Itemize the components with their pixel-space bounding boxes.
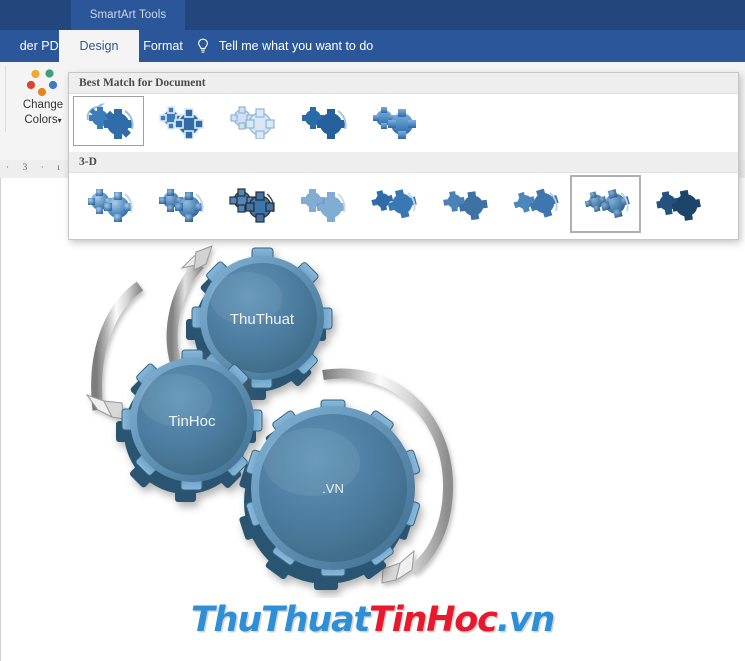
smartart-styles-gallery[interactable]: Best Match for Document 3-D [68,72,739,240]
gallery-row-3d [69,173,738,239]
gallery-item-style-polished[interactable] [73,175,144,233]
tell-me-label: Tell me what you want to do [219,39,374,53]
gallery-item-style-intense-effect[interactable] [357,96,428,146]
watermark-logo: ThuThuatTinHoc.vn [0,600,745,640]
gallery-item-style-inset-3d[interactable] [144,175,215,233]
gallery-item-style-simple-fill[interactable] [73,96,144,146]
gallery-item-style-powder[interactable] [286,175,357,233]
gallery-item-style-cartoon[interactable] [215,175,286,233]
watermark-part-2: TinHoc [369,600,498,640]
tell-me-search-box[interactable]: Tell me what you want to do [196,30,373,62]
smartart-gear-diagram[interactable]: ThuThuat TinHoc .VN [0,178,745,598]
ribbon-group-separator [5,66,6,132]
gallery-item-style-inset[interactable] [144,96,215,146]
tab-format[interactable]: Format [124,30,202,62]
change-colors-label-line2-text: Colors [24,114,58,126]
gear-thuthuat-label: ThuThuat [230,311,295,328]
arrow-mid-left [85,281,144,420]
chevron-down-icon[interactable]: ▾ [58,116,62,125]
change-colors-label-line1: Change [22,99,64,111]
gallery-item-style-flat-scene[interactable] [428,175,499,233]
gallery-row-best-match [69,94,738,152]
color-dots-icon [23,67,63,97]
change-colors-button[interactable]: Change Colors▾ [16,64,70,136]
gear-vn[interactable]: .VN [239,399,421,590]
gallery-section-header-best-match: Best Match for Document [69,73,738,94]
gallery-section-header-3d: 3-D [69,152,738,173]
watermark-part-3: .vn [496,600,556,640]
gallery-item-style-moderate-effect[interactable] [286,96,357,146]
gallery-item-style-perspective[interactable] [570,175,641,233]
change-colors-label-line2: Colors▾ [24,113,61,128]
gallery-item-style-dark-3d[interactable] [641,175,712,233]
lightbulb-icon [196,38,210,55]
gear-tinhoc[interactable]: TinHoc [116,349,263,502]
watermark-part-1: ThuThuat [190,600,370,640]
gallery-item-style-subtle-effect[interactable] [215,96,286,146]
gallery-item-style-brick-scene[interactable] [357,175,428,233]
contextual-tab-title-smartart-tools: SmartArt Tools [71,0,185,30]
gallery-item-style-birds-eye[interactable] [499,175,570,233]
gear-vn-label: .VN [322,481,344,496]
gear-tinhoc-label: TinHoc [169,413,216,430]
